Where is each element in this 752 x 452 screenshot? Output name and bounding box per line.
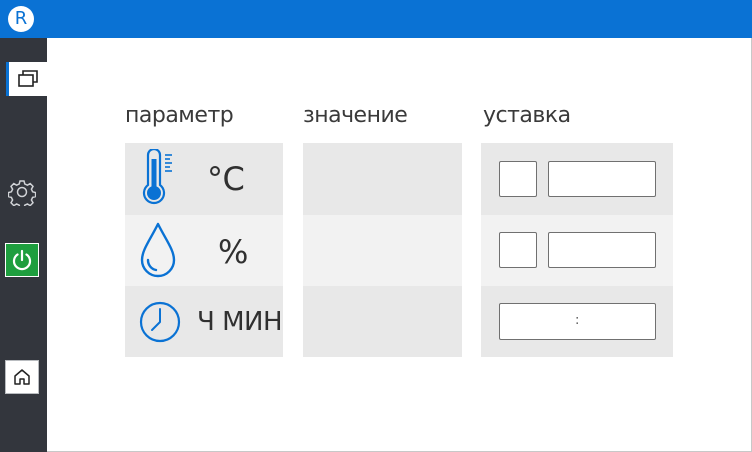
value-cell-time xyxy=(303,286,462,357)
value-cell-humidity xyxy=(303,215,462,286)
unit-temperature: °C xyxy=(207,160,245,198)
unit-humidity: % xyxy=(218,233,248,271)
value-cell-temperature xyxy=(303,143,462,215)
app-logo: R xyxy=(8,6,34,32)
windows-icon xyxy=(18,70,38,87)
power-icon xyxy=(12,249,32,271)
header-param: параметр xyxy=(125,103,234,128)
setpoint-humidity-small-input[interactable] xyxy=(499,232,537,268)
home-icon xyxy=(14,369,30,385)
unit-time: Ч МИН xyxy=(197,307,283,337)
sidebar-windows-button[interactable] xyxy=(6,62,47,96)
settings-button[interactable] xyxy=(5,175,39,209)
setpoint-humidity-input[interactable] xyxy=(548,232,656,268)
gear-icon xyxy=(8,180,36,206)
clock-icon xyxy=(139,301,181,343)
power-button[interactable] xyxy=(5,243,39,277)
time-separator: : xyxy=(575,313,580,328)
setpoint-temperature-input[interactable] xyxy=(548,161,656,197)
thermometer-icon xyxy=(142,149,172,205)
title-bar: R xyxy=(0,0,752,38)
header-setpoint: уставка xyxy=(483,103,571,128)
setpoint-time-input[interactable]: : xyxy=(499,303,656,340)
setpoint-temperature-small-input[interactable] xyxy=(499,161,537,197)
droplet-icon xyxy=(140,222,176,278)
sidebar xyxy=(0,38,47,452)
home-button[interactable] xyxy=(5,360,39,394)
header-value: значение xyxy=(303,103,408,128)
